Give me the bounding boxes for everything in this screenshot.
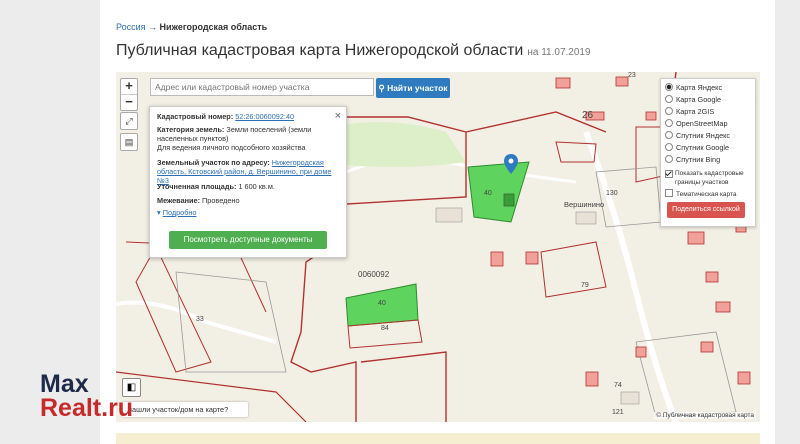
land-use-value: Для ведения личного подсобного хозяйства (157, 143, 306, 152)
thematic-map-label: Тематическая карта (676, 191, 737, 198)
checkbox-checked-icon (665, 170, 673, 178)
cadastral-map[interactable]: + − ⤢ ▤ ⚲ Найти участок 26 23 Вершинино … (116, 72, 760, 422)
house-number-26: 26 (582, 110, 594, 121)
layer-option-label: Карта Яндекс (676, 83, 723, 92)
map-copyright: © Публичная кадастровая карта (654, 412, 756, 419)
survey-value: Проведено (202, 196, 240, 205)
plot-40-label: 40 (378, 300, 386, 307)
breadcrumb: Россия → Нижегородская область (116, 22, 267, 32)
watermark-logo: Max Realt.ru (40, 370, 134, 422)
find-plot-button-label: Найти участок (387, 83, 448, 93)
zoom-control: + − (120, 78, 138, 111)
triangle-down-icon: ▾ (157, 208, 161, 217)
village-label: Вершинино (564, 200, 605, 209)
more-details-label: Подробно (162, 208, 197, 217)
layer-option-yandex-map[interactable]: Карта Яндекс (665, 83, 722, 94)
close-icon[interactable]: × (335, 110, 341, 122)
breadcrumb-current: Нижегородская область (159, 22, 268, 32)
checkbox-icon (665, 189, 673, 197)
cadastral-number-label: Кадастровый номер: (157, 112, 234, 121)
land-category-row: Категория земель: Земли поселений (земли… (157, 125, 335, 143)
plot-40-top-label: 40 (484, 190, 492, 197)
zoom-in-button[interactable]: + (121, 79, 137, 95)
house-number-79: 79 (581, 282, 589, 289)
house-number-23: 23 (628, 72, 636, 79)
plot-33-label: 33 (196, 316, 204, 323)
address-row: Земельный участок по адресу: Нижегородск… (157, 158, 335, 185)
area-value: 1 600 кв.м. (238, 182, 275, 191)
zoom-out-button[interactable]: − (121, 95, 137, 110)
quarter-label: 0060092 (358, 270, 390, 279)
layer-option-label: Карта 2GIS (676, 107, 715, 116)
thematic-map-checkbox[interactable]: Тематическая карта (665, 189, 737, 200)
layer-option-label: Спутник Bing (676, 155, 721, 164)
cadastral-boundaries-label: Показать кадастровые границы участков (675, 170, 744, 186)
layer-option-osm[interactable]: OpenStreetMap (665, 119, 728, 130)
cadastral-number-link[interactable]: 52:26:0060092:40 (235, 112, 294, 121)
plot-84-label: 84 (381, 325, 389, 332)
radio-icon (665, 95, 673, 103)
find-plot-button[interactable]: ⚲ Найти участок (376, 78, 450, 98)
radio-selected-icon (665, 83, 673, 91)
layer-option-label: Карта Google (676, 95, 722, 104)
area-row: Уточненная площадь: 1 600 кв.м. (157, 182, 335, 191)
layer-option-label: Спутник Яндекс (676, 131, 731, 140)
layer-option-yandex-satellite[interactable]: Спутник Яндекс (665, 131, 730, 142)
layer-option-label: Спутник Google (676, 143, 730, 152)
page-title: Публичная кадастровая карта Нижегородско… (116, 42, 591, 60)
house-number-74: 74 (614, 382, 622, 389)
survey-row: Межевание: Проведено (157, 196, 335, 205)
print-icon[interactable]: ▤ (120, 133, 138, 151)
found-plot-prompt[interactable]: нашли участок/дом на карте? (122, 402, 248, 417)
fullscreen-icon[interactable]: ⤢ (120, 112, 138, 130)
cadastral-number-row: Кадастровый номер: 52:26:0060092:40 (157, 112, 335, 121)
view-documents-button[interactable]: Посмотреть доступные документы (169, 231, 327, 249)
plot-info-popup: × Кадастровый номер: 52:26:0060092:40 Ка… (149, 106, 347, 258)
layer-option-google-map[interactable]: Карта Google (665, 95, 721, 106)
radio-icon (665, 155, 673, 163)
land-category-label: Категория земель: (157, 125, 225, 134)
layer-option-google-satellite[interactable]: Спутник Google (665, 143, 729, 154)
radio-icon (665, 131, 673, 139)
cadastral-boundaries-checkbox[interactable]: Показать кадастровые границы участков (665, 169, 751, 187)
survey-label: Межевание: (157, 196, 201, 205)
layer-switcher: Карта Яндекс Карта Google Карта 2GIS Ope… (660, 78, 756, 227)
breadcrumb-separator: → (148, 22, 158, 32)
map-pin-icon[interactable] (504, 154, 518, 174)
area-label: Уточненная площадь: (157, 182, 237, 191)
share-link-button[interactable]: Поделиться ссылкой (667, 202, 745, 218)
layer-option-2gis-map[interactable]: Карта 2GIS (665, 107, 714, 118)
watermark-line1: Max (40, 370, 89, 398)
breadcrumb-root-link[interactable]: Россия (116, 22, 146, 32)
more-details-link[interactable]: ▾ Подробно (157, 208, 335, 217)
radio-icon (665, 143, 673, 151)
page-date: на 11.07.2019 (527, 47, 591, 58)
layer-option-bing-satellite[interactable]: Спутник Bing (665, 155, 720, 166)
page-title-text: Публичная кадастровая карта Нижегородско… (116, 42, 524, 59)
address-label: Земельный участок по адресу: (157, 158, 270, 167)
search-input[interactable] (150, 78, 374, 96)
radio-icon (665, 119, 673, 127)
house-number-121: 121 (612, 409, 624, 416)
watermark-line2: Realt.ru (40, 394, 134, 422)
layer-option-label: OpenStreetMap (676, 119, 728, 128)
radio-icon (665, 107, 673, 115)
search-icon: ⚲ (378, 83, 385, 93)
bottom-strip (116, 433, 760, 444)
house-number-130: 130 (606, 190, 618, 197)
